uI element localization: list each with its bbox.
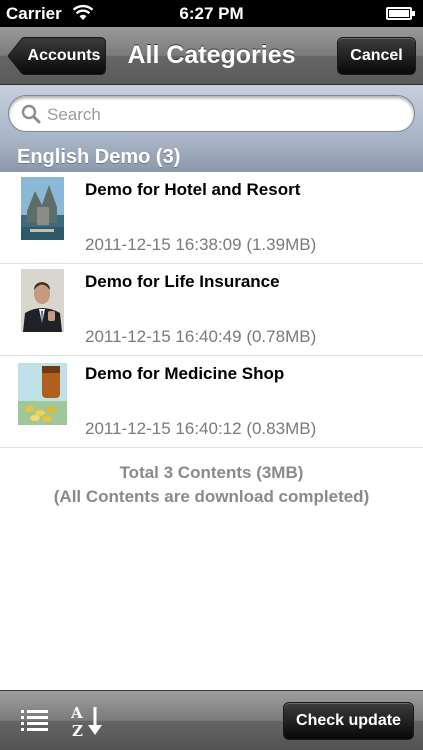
bottom-toolbar: A Z Check update [0, 690, 423, 750]
svg-text:Z: Z [72, 722, 83, 738]
search-placeholder: Search [47, 105, 101, 124]
list-item[interactable]: Demo for Hotel and Resort 2011-12-15 16:… [0, 172, 423, 264]
hotel-thumbnail [21, 177, 64, 240]
item-meta: 2011-12-15 16:38:09 (1.39MB) [85, 235, 317, 254]
check-update-button[interactable]: Check update [283, 702, 414, 740]
navigation-bar: Accounts All Categories Cancel [0, 27, 423, 85]
search-input[interactable]: Search [8, 95, 415, 132]
item-title: Demo for Hotel and Resort [85, 180, 301, 199]
total-contents-text: Total 3 Contents (3MB) [119, 463, 304, 482]
status-time: 6:27 PM [179, 4, 244, 23]
item-title: Demo for Life Insurance [85, 272, 280, 291]
insurance-thumbnail [21, 269, 64, 332]
list-item[interactable]: Demo for Life Insurance 2011-12-15 16:40… [0, 264, 423, 356]
content-summary: Total 3 Contents (3MB) (All Contents are… [0, 461, 423, 509]
search-icon [21, 104, 41, 124]
sort-az-icon[interactable]: A Z [71, 704, 105, 738]
status-bar: Carrier 6:27 PM [0, 0, 423, 27]
svg-text:A: A [71, 704, 83, 722]
item-meta: 2011-12-15 16:40:12 (0.83MB) [85, 419, 317, 438]
item-title: Demo for Medicine Shop [85, 364, 285, 383]
medicine-thumbnail [18, 363, 67, 425]
list-icon[interactable] [21, 708, 49, 732]
section-header: English Demo (3) [0, 142, 423, 172]
item-meta: 2011-12-15 16:40:49 (0.78MB) [85, 327, 317, 346]
battery-icon [386, 7, 415, 20]
list-item[interactable]: Demo for Medicine Shop 2011-12-15 16:40:… [0, 356, 423, 448]
cancel-button[interactable]: Cancel [337, 37, 416, 75]
search-bar: Search [0, 85, 423, 142]
download-status-text: (All Contents are download completed) [53, 487, 370, 506]
